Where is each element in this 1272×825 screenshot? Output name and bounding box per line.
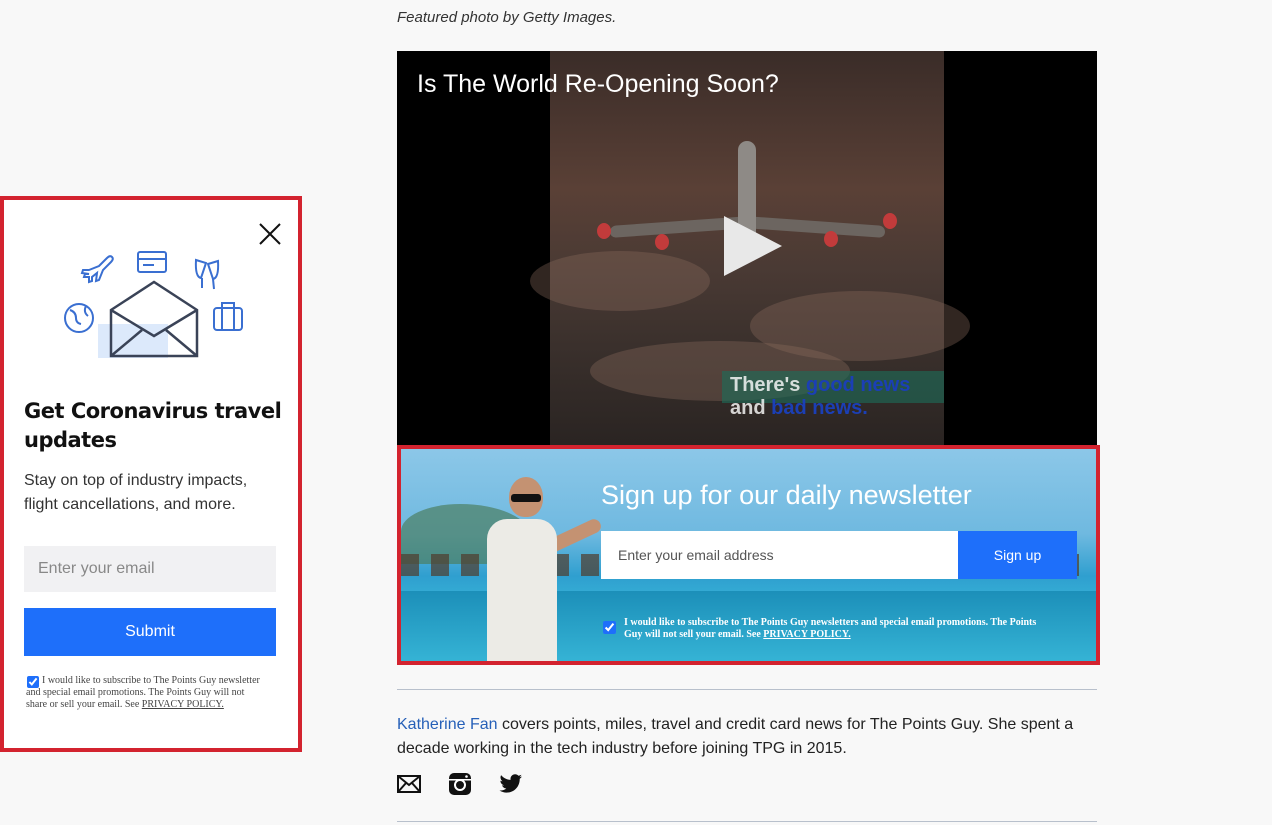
video-title: Is The World Re-Opening Soon? xyxy=(417,70,779,98)
mail-icon[interactable] xyxy=(397,772,421,796)
subtitle-text: and xyxy=(730,397,772,419)
newsletter-consent: I would like to subscribe to The Points … xyxy=(624,617,1044,641)
engine xyxy=(824,231,838,247)
video-player[interactable]: There's good news and bad news. Is The W… xyxy=(397,51,1097,445)
subtitle-text: good news xyxy=(805,374,911,396)
newsletter-email-input[interactable] xyxy=(601,531,958,579)
newsletter-banner: Sign up for our daily newsletter Sign up… xyxy=(397,445,1100,665)
twitter-icon[interactable] xyxy=(499,772,523,796)
popup-email-input[interactable] xyxy=(24,546,276,592)
newsletter-signup-button[interactable]: Sign up xyxy=(958,531,1077,579)
subtitle-text: bad news. xyxy=(771,397,868,419)
privacy-policy-link[interactable]: PRIVACY POLICY. xyxy=(142,699,224,710)
popup-submit-button[interactable]: Submit xyxy=(24,608,276,656)
coronavirus-updates-popup: Get Coronavirus travel updates Stay on t… xyxy=(0,196,302,752)
play-icon[interactable] xyxy=(724,216,782,276)
envelope-illustration xyxy=(56,248,256,368)
popup-consent: I would like to subscribe to The Points … xyxy=(26,675,262,711)
close-icon[interactable] xyxy=(256,220,284,248)
person-sunglasses xyxy=(511,494,541,502)
instagram-icon[interactable] xyxy=(448,772,472,796)
engine xyxy=(597,223,611,239)
author-link[interactable]: Katherine Fan xyxy=(397,716,498,733)
banner-person-image xyxy=(481,477,604,661)
newsletter-title: Sign up for our daily newsletter xyxy=(601,480,972,510)
engine xyxy=(655,234,669,250)
popup-subtitle: Stay on top of industry impacts, flight … xyxy=(24,472,248,513)
popup-title: Get Coronavirus travel updates xyxy=(24,399,282,452)
divider xyxy=(397,689,1097,690)
author-bio: Katherine Fan covers points, miles, trav… xyxy=(397,713,1097,761)
engine xyxy=(883,213,897,229)
privacy-policy-link[interactable]: PRIVACY POLICY. xyxy=(763,629,850,640)
video-subtitle: There's good news and bad news. xyxy=(722,371,944,419)
bio-text: covers points, miles, travel and credit … xyxy=(397,716,1074,757)
cloud xyxy=(530,251,710,311)
person-shirt xyxy=(487,519,557,661)
newsletter-consent-checkbox[interactable] xyxy=(603,621,616,634)
subtitle-text: There's xyxy=(730,374,806,396)
divider xyxy=(397,821,1097,822)
photo-caption: Featured photo by Getty Images. xyxy=(397,9,617,26)
